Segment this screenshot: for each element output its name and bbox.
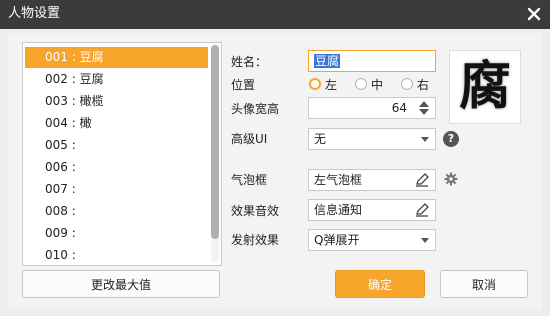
list-item[interactable]: 002 : 豆腐 [25,69,208,90]
list-scrollbar-thumb[interactable] [211,45,219,239]
position-radio-left-label: 左 [325,78,338,92]
bubble-label: 气泡框 [231,173,268,187]
avatar-size-spinner[interactable]: 64 [308,97,436,119]
launch-effect-select[interactable]: Q弹展开 [308,229,436,251]
list-item[interactable]: 001 : 豆腐 [25,47,208,68]
position-radio-center[interactable] [355,78,367,90]
list-item[interactable]: 005 : [25,135,208,156]
change-max-button[interactable]: 更改最大值 [22,270,220,298]
position-radio-left[interactable] [309,78,321,90]
list-item[interactable]: 008 : [25,201,208,222]
launch-effect-label: 发射效果 [231,233,280,247]
close-icon[interactable] [524,4,544,24]
title-bar: 人物设置 [0,0,550,29]
list-item[interactable]: 006 : [25,157,208,178]
spin-down-icon[interactable] [419,109,429,115]
avatar-preview: 腐 [449,50,521,124]
character-settings-window: 人物设置 001 : 豆腐 002 : 豆腐 003 : 橄榄 004 : 橄 … [0,0,550,316]
list-item[interactable]: 010 : [25,245,208,265]
list-item[interactable]: 004 : 橄 [25,113,208,134]
help-icon[interactable]: ? [443,131,459,147]
list-item[interactable]: 003 : 橄榄 [25,91,208,112]
spin-up-icon[interactable] [419,101,429,107]
position-radio-right[interactable] [401,78,413,90]
position-label: 位置 [231,78,256,92]
name-label: 姓名： [231,55,268,69]
advanced-ui-select[interactable]: 无 [308,128,436,150]
edit-icon[interactable] [415,203,429,217]
avatar-size-value: 64 [391,101,407,115]
dropdown-arrow-icon [421,238,429,243]
window-title: 人物设置 [8,6,61,21]
dropdown-arrow-icon [421,137,429,142]
advanced-ui-value: 无 [314,132,327,146]
gear-icon[interactable] [444,172,458,186]
name-input[interactable]: 豆腐 [308,50,436,72]
bubble-field[interactable]: 左气泡框 [308,169,436,191]
cancel-button[interactable]: 取消 [440,270,528,298]
sound-value: 信息通知 [314,203,363,217]
avatar-size-label: 头像宽高 [231,102,280,116]
sound-field[interactable]: 信息通知 [308,199,436,221]
position-radio-center-label: 中 [371,78,384,92]
edit-icon[interactable] [415,173,429,187]
bubble-value: 左气泡框 [314,173,363,187]
launch-effect-value: Q弹展开 [314,233,360,247]
character-list[interactable]: 001 : 豆腐 002 : 豆腐 003 : 橄榄 004 : 橄 005 :… [22,42,222,266]
sound-label: 效果音效 [231,204,280,218]
name-input-value: 豆腐 [314,54,341,68]
ok-button[interactable]: 确定 [335,270,425,298]
list-item[interactable]: 009 : [25,223,208,244]
list-item[interactable]: 007 : [25,179,208,200]
advanced-ui-label: 高级UI [231,132,268,146]
position-radio-right-label: 右 [417,78,430,92]
